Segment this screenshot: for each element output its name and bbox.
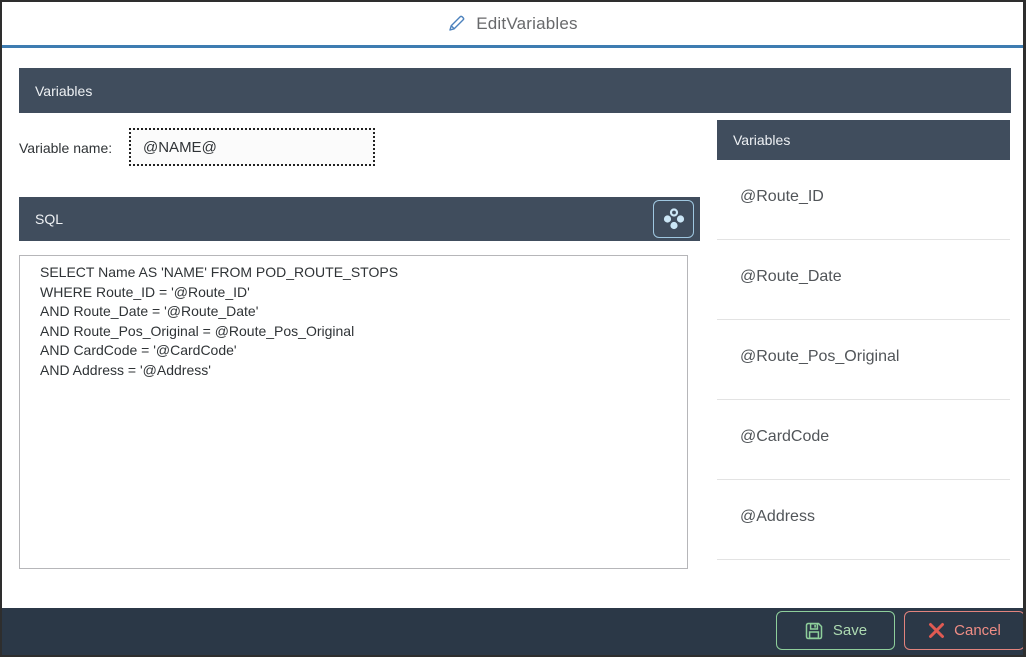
variables-panel-header: Variables [717,120,1010,160]
variables-panel-title: Variables [733,132,790,148]
variable-name-label: Variable name: [19,140,112,156]
process-dots-icon [662,207,686,231]
variables-section-title: Variables [35,83,92,99]
edit-variables-dialog: EditVariables Variables Variable name: S… [0,0,1026,657]
save-button[interactable]: Save [776,611,895,650]
cancel-button[interactable]: Cancel [904,611,1025,650]
save-icon [804,621,824,641]
dialog-titlebar: EditVariables [2,2,1023,48]
variable-list-item[interactable]: @Address [717,480,1010,560]
dialog-footer: Save Cancel [2,608,1023,655]
save-button-label: Save [833,622,867,639]
variables-list: @Route_ID @Route_Date @Route_Pos_Origina… [717,160,1010,560]
sql-section-title: SQL [35,211,63,227]
dialog-title: EditVariables [476,14,578,34]
variable-list-item[interactable]: @CardCode [717,400,1010,480]
cancel-x-icon [928,622,945,639]
variable-list-item[interactable]: @Route_Pos_Original [717,320,1010,400]
variable-list-item[interactable]: @Route_ID [717,160,1010,240]
pencil-icon [447,14,466,33]
variables-section-header: Variables [19,68,1011,113]
variable-list-item[interactable]: @Route_Date [717,240,1010,320]
run-process-button[interactable] [653,200,694,238]
cancel-button-label: Cancel [954,622,1001,639]
sql-editor[interactable]: SELECT Name AS 'NAME' FROM POD_ROUTE_STO… [19,255,688,569]
sql-section-header: SQL [19,197,700,241]
variable-name-input[interactable] [129,128,375,166]
